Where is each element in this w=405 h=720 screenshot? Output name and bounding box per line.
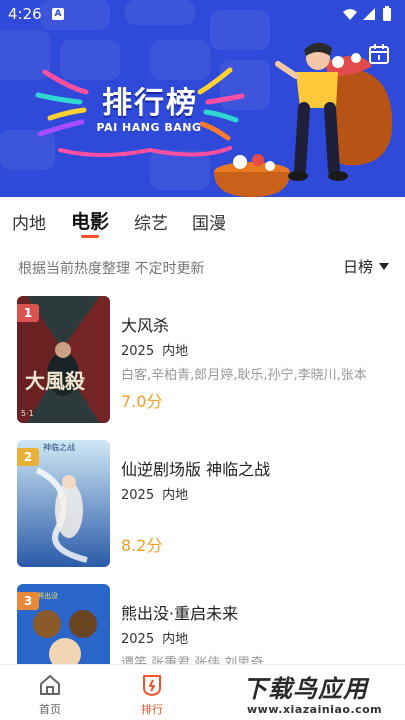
battery-icon <box>383 8 391 21</box>
item-year: 2025 <box>121 344 155 359</box>
list-item[interactable]: 熊出没 3 熊出没·重启未来 2025 内地 谭笑,张秉君,张伟,刘思奇 <box>0 584 405 664</box>
status-icons <box>343 6 391 21</box>
item-year: 2025 <box>121 632 155 647</box>
item-cast: 白客,辛柏青,郎月婷,耿乐,孙宁,李晓川,张本 <box>121 368 367 383</box>
list-item[interactable]: 大風殺 5·1 1 大风杀 2025 内地 白客,辛柏青,郎月婷,耿乐,孙宁,李晓… <box>0 296 405 424</box>
svg-text:神临之战: 神临之战 <box>43 442 75 452</box>
item-region: 内地 <box>162 632 189 647</box>
ranking-icon <box>143 675 161 696</box>
rank-badge: 2 <box>17 448 39 466</box>
item-cast: 谭笑,张秉君,张伟,刘思奇 <box>121 656 264 664</box>
item-region: 内地 <box>162 344 189 359</box>
nav-ranking-label: 排行 <box>141 703 163 716</box>
item-score: 8.2分 <box>121 536 163 555</box>
status-bar: 4:26 A <box>0 0 405 30</box>
item-meta: 2025 内地 <box>121 484 188 503</box>
list-item[interactable]: 神临之战 2 仙逆剧场版 神临之战 2025 内地 8.2分 <box>0 440 405 568</box>
notification-icon: A <box>52 8 64 20</box>
item-title: 熊出没·重启未来 <box>121 604 239 623</box>
banner: 4:26 A 排行榜 PAI HANG BANG <box>0 0 405 197</box>
status-time: 4:26 <box>8 5 42 23</box>
update-note: 根据当前热度整理 不定时更新 <box>18 261 205 277</box>
list-subheader: 根据当前热度整理 不定时更新 日榜 <box>0 248 405 284</box>
nav-home[interactable]: 首页 <box>20 673 80 717</box>
calendar-icon[interactable] <box>367 42 391 66</box>
banner-subtitle: PAI HANG BANG <box>96 121 202 134</box>
tab-mainland[interactable]: 内地 <box>12 209 46 234</box>
nav-home-label: 首页 <box>39 703 61 716</box>
ranking-list: 大風殺 5·1 1 大风杀 2025 内地 白客,辛柏青,郎月婷,耿乐,孙宁,李晓… <box>0 296 405 664</box>
item-title: 大风杀 <box>121 316 170 335</box>
movie-poster: 熊出没 3 <box>17 584 110 664</box>
svg-text:大風殺: 大風殺 <box>25 369 86 393</box>
item-title: 仙逆剧场版 神临之战 <box>121 460 271 479</box>
rank-badge: 1 <box>17 304 39 322</box>
ranking-period-select[interactable]: 日榜 <box>343 256 389 277</box>
item-year: 2025 <box>121 488 155 503</box>
item-region: 内地 <box>162 488 189 503</box>
ranking-period-label: 日榜 <box>342 258 373 276</box>
item-score: 7.0分 <box>121 392 163 411</box>
nav-ranking[interactable]: 排行 <box>122 673 182 717</box>
home-icon <box>40 675 60 695</box>
category-tabs: 内地 电影 综艺 国漫 <box>0 197 405 243</box>
tab-indicator <box>81 235 99 238</box>
dropdown-caret-icon <box>379 263 389 270</box>
svg-text:5·1: 5·1 <box>21 409 34 418</box>
item-meta: 2025 内地 <box>121 628 188 647</box>
banner-title: 排行榜 <box>102 86 198 121</box>
tab-movies[interactable]: 电影 <box>71 207 109 234</box>
wifi-icon <box>343 9 357 20</box>
signal-icon <box>363 8 375 20</box>
rank-badge: 3 <box>17 592 39 610</box>
watermark-brand: 下载鸟应用 <box>243 675 368 703</box>
watermark-url: www.xiazainiao.com <box>247 703 383 716</box>
watermark: 下载鸟应用 www.xiazainiao.com <box>239 665 401 720</box>
movie-poster: 神临之战 2 <box>17 440 110 567</box>
tab-anime[interactable]: 国漫 <box>192 209 226 234</box>
svg-text:熊出没: 熊出没 <box>37 591 58 600</box>
notification-letter: A <box>54 9 62 19</box>
movie-poster: 大風殺 5·1 1 <box>17 296 110 423</box>
tab-variety[interactable]: 综艺 <box>134 209 168 234</box>
item-meta: 2025 内地 <box>121 340 188 359</box>
